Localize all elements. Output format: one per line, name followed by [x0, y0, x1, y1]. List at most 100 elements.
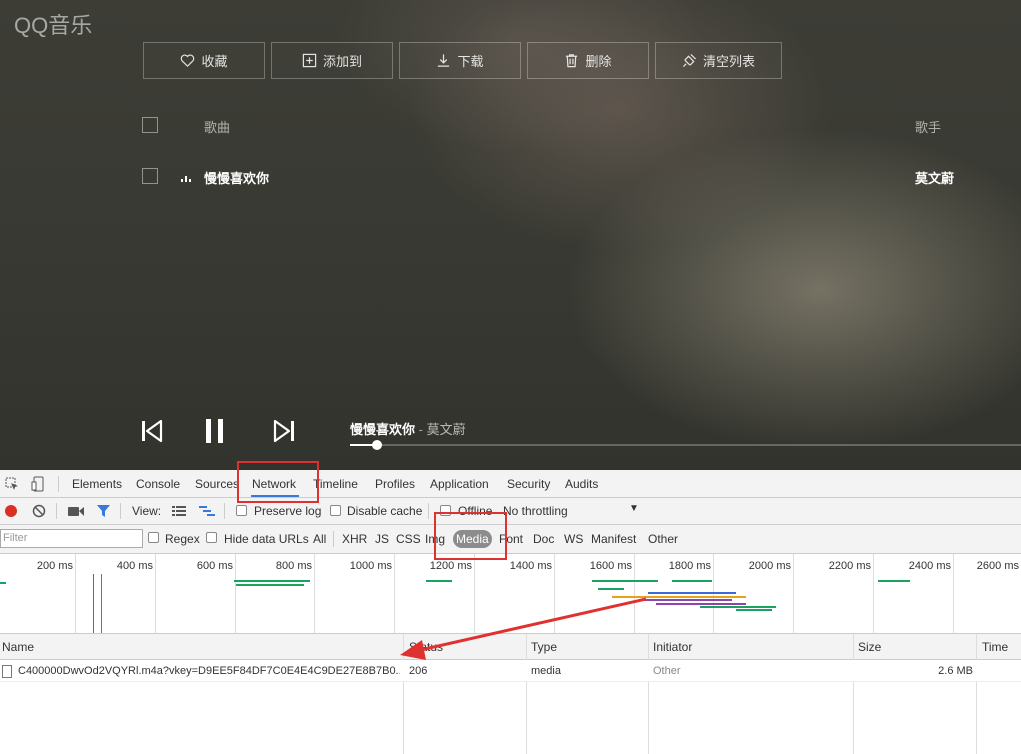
download-label: 下载 [457, 54, 484, 69]
column-divider[interactable] [526, 634, 527, 754]
type-filter-other[interactable]: Other [648, 532, 678, 546]
type-filter-all[interactable]: All [313, 532, 326, 546]
timeline-grid-line [155, 554, 156, 633]
clear-icon[interactable] [32, 504, 46, 518]
timeline-tick-label: 800 ms [275, 560, 312, 572]
device-mode-icon[interactable] [31, 476, 45, 492]
network-toolbar: View: Preserve log Disable cache Offline… [0, 498, 1021, 525]
type-filter-doc[interactable]: Doc [533, 532, 554, 546]
now-playing-separator: - [415, 422, 427, 437]
toolbar-divider [56, 503, 57, 519]
select-all-checkbox[interactable] [142, 117, 158, 133]
tab-application[interactable]: Application [430, 477, 489, 491]
toolbar-divider [224, 503, 225, 519]
column-time[interactable]: Time [982, 640, 1008, 654]
timeline-grid-line [235, 554, 236, 633]
type-filter-ws[interactable]: WS [564, 532, 583, 546]
song-row-checkbox[interactable] [142, 168, 158, 184]
network-overview[interactable]: 200 ms 400 ms 600 ms 800 ms 1000 ms 1200 ms 14… [0, 554, 1021, 634]
table-row[interactable]: C400000DwvOd2VQYRl.m4a?vkey=D9EE5F84DF7C… [0, 660, 1021, 682]
column-type[interactable]: Type [531, 640, 557, 654]
timeline-tick-label: 2000 ms [748, 560, 791, 572]
clear-list-button[interactable]: 清空列表 [655, 42, 782, 79]
tab-profiles[interactable]: Profiles [375, 477, 415, 491]
request-bar [878, 580, 910, 582]
song-toolbar: 收藏 添加到 下载 删除 清空列表 [143, 42, 782, 79]
overview-waterfall-icon[interactable] [199, 505, 215, 517]
request-bar [236, 584, 304, 586]
capture-screenshots-icon[interactable] [68, 506, 84, 517]
type-filter-xhr[interactable]: XHR [342, 532, 367, 546]
request-table-header: Name Status Type Initiator Size Time [0, 634, 1021, 660]
dom-content-loaded-marker [93, 574, 94, 633]
next-track-icon[interactable] [273, 419, 295, 443]
column-divider[interactable] [648, 634, 649, 754]
large-rows-icon[interactable] [172, 505, 186, 517]
column-initiator[interactable]: Initiator [653, 640, 692, 654]
devtools-panel: Elements Console Sources Network Timelin… [0, 470, 1021, 754]
playing-indicator-icon [181, 176, 193, 182]
tab-elements[interactable]: Elements [72, 477, 122, 491]
column-divider[interactable] [403, 634, 404, 754]
progress-bar[interactable] [350, 440, 1021, 450]
request-bar [426, 580, 452, 582]
tab-audits[interactable]: Audits [565, 477, 598, 491]
disable-cache-checkbox[interactable] [330, 505, 341, 516]
column-status[interactable]: Status [409, 640, 443, 654]
heart-icon [181, 54, 195, 67]
add-to-label: 添加到 [322, 54, 362, 69]
tab-timeline[interactable]: Timeline [313, 477, 358, 491]
request-bar [700, 606, 776, 608]
hide-data-urls-label: Hide data URLs [224, 532, 309, 546]
column-divider[interactable] [976, 634, 977, 754]
throttling-select[interactable]: No throttling [503, 504, 568, 518]
toolbar-divider [120, 503, 121, 519]
tab-sources[interactable]: Sources [195, 477, 239, 491]
download-button[interactable]: 下载 [399, 42, 521, 79]
song-title[interactable]: 慢慢喜欢你 [204, 168, 269, 187]
timeline-grid-line [75, 554, 76, 633]
tab-console[interactable]: Console [136, 477, 180, 491]
preserve-log-checkbox[interactable] [236, 505, 247, 516]
type-filter-css[interactable]: CSS [396, 532, 421, 546]
add-to-button[interactable]: 添加到 [271, 42, 393, 79]
timeline-grid-line [474, 554, 475, 633]
music-player: QQ音乐 收藏 添加到 下载 删除 清空列表 歌曲 歌手 慢慢喜欢你 莫文蔚 慢… [0, 0, 1021, 470]
regex-checkbox[interactable] [148, 532, 159, 543]
column-header-singer: 歌手 [915, 120, 942, 135]
timeline-tick-label: 1000 ms [349, 560, 392, 572]
delete-button[interactable]: 删除 [527, 42, 649, 79]
filter-icon[interactable] [96, 504, 111, 518]
inspect-element-icon[interactable] [5, 477, 19, 491]
request-type: media [531, 665, 561, 677]
add-square-icon [302, 53, 317, 68]
now-playing-title: 慢慢喜欢你 [350, 422, 416, 437]
pause-icon[interactable] [205, 418, 225, 444]
document-icon [2, 665, 12, 678]
type-filter-manifest[interactable]: Manifest [591, 532, 636, 546]
record-icon[interactable] [4, 504, 18, 518]
previous-track-icon[interactable] [141, 419, 163, 443]
column-size[interactable]: Size [858, 640, 881, 654]
hide-data-urls-checkbox[interactable] [206, 532, 217, 543]
now-playing-artist[interactable]: 莫文蔚 [427, 422, 466, 437]
type-filter-js[interactable]: JS [375, 532, 389, 546]
timeline-grid-line [314, 554, 315, 633]
column-divider[interactable] [853, 634, 854, 754]
toolbar-divider [333, 531, 334, 547]
progress-handle[interactable] [372, 440, 382, 450]
download-icon [438, 54, 450, 67]
tab-security[interactable]: Security [507, 477, 550, 491]
filter-input[interactable]: Filter [0, 529, 143, 548]
request-name[interactable]: C400000DwvOd2VQYRl.m4a?vkey=D9EE5F84DF7C… [18, 665, 400, 677]
disable-cache-label: Disable cache [347, 504, 423, 518]
trash-icon [566, 54, 578, 68]
favorite-button[interactable]: 收藏 [143, 42, 265, 79]
column-name[interactable]: Name [2, 640, 34, 654]
clear-list-label: 清空列表 [702, 54, 755, 69]
chevron-down-icon[interactable]: ▼ [629, 503, 639, 514]
request-bar [672, 580, 712, 582]
favorite-label: 收藏 [201, 54, 228, 69]
song-singer[interactable]: 莫文蔚 [915, 168, 954, 187]
request-initiator: Other [653, 665, 681, 677]
